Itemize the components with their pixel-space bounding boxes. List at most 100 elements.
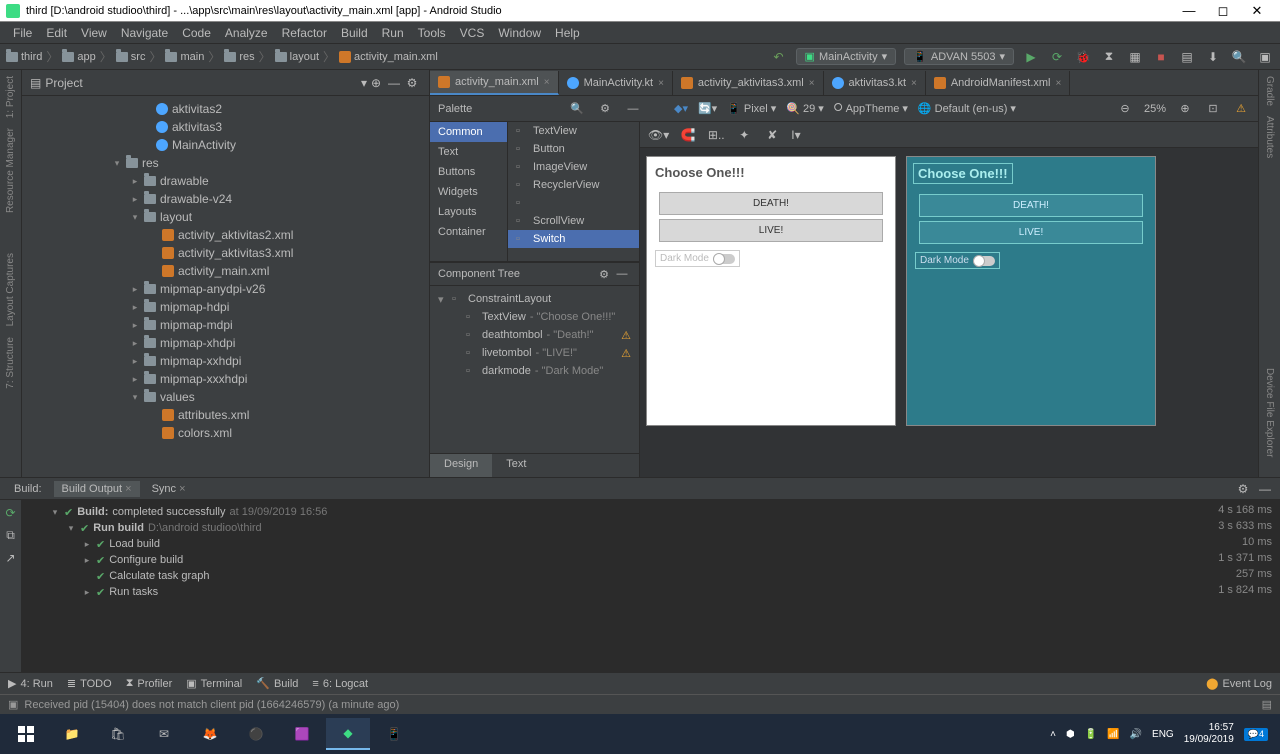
sdk-icon[interactable]: ⬇ bbox=[1204, 48, 1222, 66]
tree-item[interactable]: ▾values bbox=[22, 388, 429, 406]
palette-item[interactable]: ▫Switch bbox=[508, 230, 639, 248]
orientation-selector[interactable]: 🔄▾ bbox=[698, 102, 717, 115]
structure-button[interactable]: 7: Structure bbox=[5, 337, 16, 389]
tray-battery-icon[interactable]: 🔋 bbox=[1085, 729, 1097, 740]
palette-item[interactable]: ▫Button bbox=[508, 140, 639, 158]
app-taskbar-icon[interactable]: ⚫ bbox=[234, 718, 278, 750]
run-icon[interactable]: ▶ bbox=[1022, 48, 1040, 66]
tree-item[interactable]: ▾res bbox=[22, 154, 429, 172]
palette-items[interactable]: ▫TextView▫Button▫ImageView▫RecyclerView ▫… bbox=[508, 122, 639, 261]
device-type-selector[interactable]: 📱Pixel▾ bbox=[727, 102, 776, 115]
palette-gear-icon[interactable]: ⚙ bbox=[596, 100, 614, 118]
firefox-taskbar-icon[interactable]: 🦊 bbox=[188, 718, 232, 750]
project-tool-button[interactable]: 1: Project bbox=[5, 76, 16, 118]
palette-minimize-icon[interactable]: — bbox=[624, 100, 642, 118]
tray-chevron-icon[interactable]: ˄ bbox=[1050, 729, 1056, 740]
build-minimize-icon[interactable]: — bbox=[1256, 480, 1274, 498]
stop-icon[interactable]: ■ bbox=[1152, 48, 1170, 66]
android-studio-taskbar-icon[interactable]: ◆ bbox=[326, 718, 370, 750]
menu-edit[interactable]: Edit bbox=[39, 26, 74, 40]
tray-dropbox-icon[interactable]: ⬢ bbox=[1066, 729, 1075, 740]
target-icon[interactable]: ⊕ bbox=[367, 74, 385, 92]
design-tab[interactable]: Design bbox=[430, 454, 492, 477]
build-gear-icon[interactable]: ⚙ bbox=[1234, 480, 1252, 498]
component-tree-item[interactable]: ▫livetombol- "LIVE!"⚠ bbox=[430, 344, 639, 362]
tree-item[interactable]: ▸mipmap-anydpi-v26 bbox=[22, 280, 429, 298]
zoom-fit-icon[interactable]: ⊡ bbox=[1204, 100, 1222, 118]
component-tree-item[interactable]: ▫TextView- "Choose One!!!" bbox=[430, 308, 639, 326]
build-row[interactable]: ▸✔Configure build bbox=[30, 552, 1192, 568]
tree-item[interactable]: ▸mipmap-hdpi bbox=[22, 298, 429, 316]
rerun-icon[interactable]: ⟳ bbox=[5, 506, 15, 520]
zoom-in-icon[interactable]: ⊕ bbox=[1176, 100, 1194, 118]
palette-category[interactable]: Text bbox=[430, 142, 507, 162]
run-tool-button[interactable]: ▶ 4: Run bbox=[8, 677, 53, 690]
run-config-selector[interactable]: ▣MainActivity▾ bbox=[796, 48, 897, 65]
gear-icon[interactable]: ⚙ bbox=[403, 74, 421, 92]
tree-item[interactable]: aktivitas3 bbox=[22, 118, 429, 136]
palette-item[interactable]: ▫RecyclerView bbox=[508, 176, 639, 194]
locale-selector[interactable]: 🌐Default (en-us)▾ bbox=[918, 102, 1016, 115]
tree-item[interactable]: ▸mipmap-xhdpi bbox=[22, 334, 429, 352]
zoom-out-icon[interactable]: ⊖ bbox=[1116, 100, 1134, 118]
ide-taskbar-icon[interactable]: 🟪 bbox=[280, 718, 324, 750]
tree-item[interactable]: aktivitas2 bbox=[22, 100, 429, 118]
device-selector[interactable]: 📱ADVAN 5503▾ bbox=[904, 48, 1014, 65]
palette-categories[interactable]: CommonTextButtonsWidgetsLayoutsContainer bbox=[430, 122, 508, 261]
mail-taskbar-icon[interactable]: ✉ bbox=[142, 718, 186, 750]
back-icon[interactable]: ↶ bbox=[770, 48, 788, 66]
minimize-button[interactable]: — bbox=[1172, 3, 1206, 18]
tree-item[interactable]: colors.xml bbox=[22, 424, 429, 442]
layout-captures-button[interactable]: Layout Captures bbox=[5, 253, 16, 326]
tray-wifi-icon[interactable]: 📶 bbox=[1107, 729, 1119, 740]
store-taskbar-icon[interactable]: 🛍 bbox=[96, 718, 140, 750]
maximize-button[interactable]: ◻ bbox=[1206, 3, 1240, 19]
event-log-button[interactable]: ⬤ Event Log bbox=[1206, 677, 1272, 690]
component-tree-item[interactable]: ▫darkmode- "Dark Mode" bbox=[430, 362, 639, 380]
tray-volume-icon[interactable]: 🔊 bbox=[1130, 729, 1142, 740]
tree-item[interactable]: ▸drawable-v24 bbox=[22, 190, 429, 208]
layout-preview[interactable]: 👁▾ 🧲 ⊞.. ✦ ✘ I▾ Choose One!!! DEATH! LIV… bbox=[640, 122, 1258, 477]
tree-item[interactable]: ▸mipmap-xxxhdpi bbox=[22, 370, 429, 388]
menu-refactor[interactable]: Refactor bbox=[275, 26, 334, 40]
palette-item[interactable]: ▫ImageView bbox=[508, 158, 639, 176]
palette-category[interactable]: Common bbox=[430, 122, 507, 142]
editor-tab[interactable]: activity_main.xml× bbox=[430, 71, 559, 95]
menu-help[interactable]: Help bbox=[548, 26, 587, 40]
sync-tab[interactable]: Sync × bbox=[144, 481, 194, 497]
menu-analyze[interactable]: Analyze bbox=[218, 26, 275, 40]
tree-item[interactable]: ▸mipmap-mdpi bbox=[22, 316, 429, 334]
palette-item[interactable]: ▫TextView bbox=[508, 122, 639, 140]
design-surface-selector[interactable]: ◆▾ bbox=[674, 102, 688, 115]
palette-item[interactable]: ▫ScrollView bbox=[508, 212, 639, 230]
tree-item[interactable]: activity_main.xml bbox=[22, 262, 429, 280]
theme-selector[interactable]: ⭘AppTheme▾ bbox=[834, 102, 908, 115]
tree-item[interactable]: activity_aktivitas2.xml bbox=[22, 226, 429, 244]
breadcrumb-item[interactable]: app bbox=[62, 51, 95, 63]
menu-tools[interactable]: Tools bbox=[411, 26, 453, 40]
palette-category[interactable]: Container bbox=[430, 222, 507, 242]
menu-build[interactable]: Build bbox=[334, 26, 375, 40]
palette-search-icon[interactable]: 🔍 bbox=[568, 100, 586, 118]
avd-icon[interactable]: ▤ bbox=[1178, 48, 1196, 66]
profiler-tool-button[interactable]: ⧗ Profiler bbox=[126, 677, 173, 690]
tray-notifications[interactable]: 💬4 bbox=[1244, 728, 1268, 741]
menu-run[interactable]: Run bbox=[375, 26, 411, 40]
tree-item[interactable]: ▾layout bbox=[22, 208, 429, 226]
tray-language[interactable]: ENG bbox=[1152, 729, 1174, 740]
editor-tab[interactable]: activity_aktivitas3.xml× bbox=[673, 71, 824, 95]
menu-file[interactable]: File bbox=[6, 26, 39, 40]
breadcrumb-item[interactable]: layout bbox=[275, 51, 319, 63]
emulator-taskbar-icon[interactable]: 📱 bbox=[372, 718, 416, 750]
profile-icon[interactable]: ⧗ bbox=[1100, 48, 1118, 66]
editor-tab[interactable]: aktivitas3.kt× bbox=[824, 71, 926, 95]
preview-light[interactable]: Choose One!!! DEATH! LIVE! Dark Mode bbox=[646, 156, 896, 426]
breadcrumb-item[interactable]: third bbox=[6, 51, 42, 63]
menu-navigate[interactable]: Navigate bbox=[114, 26, 175, 40]
view-options-icon[interactable]: 👁▾ bbox=[648, 128, 669, 142]
todo-tool-button[interactable]: ≣ TODO bbox=[67, 677, 112, 690]
palette-category[interactable]: Buttons bbox=[430, 162, 507, 182]
clear-icon[interactable]: ✘ bbox=[763, 126, 781, 144]
default-margins-icon[interactable]: ⊞.. bbox=[707, 126, 725, 144]
settings-icon[interactable]: ▣ bbox=[1256, 48, 1274, 66]
